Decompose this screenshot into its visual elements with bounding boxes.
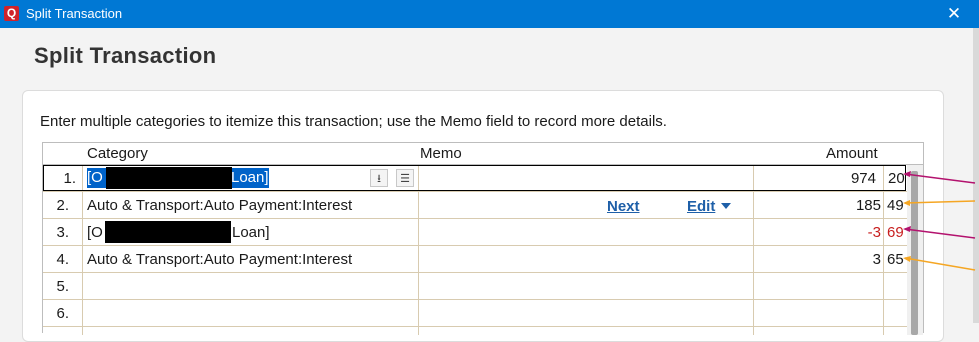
arrowhead-icon xyxy=(903,226,911,232)
arrowhead-icon xyxy=(903,171,911,177)
annotation-arrow-magenta xyxy=(904,228,976,239)
annotation-arrow-orange xyxy=(904,257,976,271)
row-divider xyxy=(43,326,907,327)
annotation-arrows xyxy=(903,171,976,271)
annotation-arrow-magenta xyxy=(904,173,976,184)
annotation-arrow-orange xyxy=(904,200,976,204)
arrowhead-icon xyxy=(903,200,910,206)
arrowhead-icon xyxy=(903,256,911,262)
